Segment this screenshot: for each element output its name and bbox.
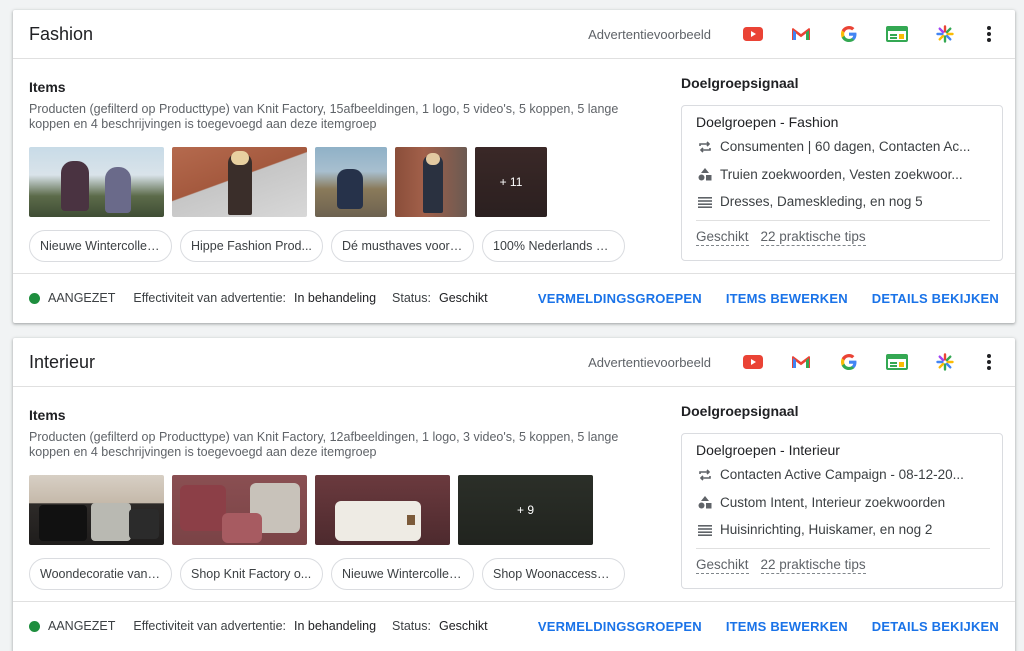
more-options-icon[interactable] [969,350,1009,374]
items-heading: Items [29,79,66,95]
listing-groups-button[interactable]: VERMELDINGSGROEPEN [538,291,702,306]
items-description: Producten (gefilterd op Producttype) van… [29,430,619,459]
audience-signal-heading: Doelgroepsignaal [681,403,799,419]
audience-signal-tips[interactable]: 22 praktische tips [760,229,866,246]
view-details-button[interactable]: DETAILS BEKIJKEN [872,291,999,306]
items-description: Producten (gefilterd op Producttype) van… [29,102,619,131]
audience-signal-box[interactable]: Doelgroepen - Fashion Consumenten | 60 d… [681,105,1003,261]
audience-signal-row: Dresses, Dameskleding, en nog 5 [696,188,990,216]
audience-signal-name: Doelgroepen - Interieur [696,442,840,458]
item-image-thumbnail[interactable] [29,475,164,545]
shapes-icon [696,495,714,509]
discover-icon[interactable] [921,22,969,46]
asset-group-status[interactable]: AANGEZET [48,619,115,633]
headline-chip-label: Nieuwe Wintercollec... [342,567,463,581]
headline-chip-label: Dé musthaves voor ... [342,239,463,253]
list-icon [696,524,714,536]
item-image-thumbnail[interactable] [315,475,450,545]
audience-signal-row-text: Contacten Active Campaign - 08-12-20... [720,467,964,483]
audience-signal-row-text: Consumenten | 60 dagen, Contacten Ac... [720,139,971,155]
display-icon[interactable] [873,350,921,374]
ad-strength-label: Effectiviteit van advertentie: [133,619,287,633]
headline-chip-label: 100% Nederlands Br... [493,239,614,253]
audience-signal-status[interactable]: Geschikt [696,229,749,246]
headline-chip[interactable]: Nieuwe Wintercollec... [29,230,172,262]
status-label: Status: [392,291,431,305]
audience-signal-row: Consumenten | 60 dagen, Contacten Ac... [696,133,990,161]
audience-signal-row-text: Dresses, Dameskleding, en nog 5 [720,194,923,210]
headline-chip[interactable]: Nieuwe Wintercollec... [331,558,474,590]
asset-group-title: Interieur [29,351,96,372]
card-footer: AANGEZET Effectiviteit van advertentie: … [13,601,1015,650]
more-images-thumbnail[interactable]: + 11 [475,147,547,217]
audience-signal-row-text: Huisinrichting, Huiskamer, en nog 2 [720,522,933,538]
discover-icon[interactable] [921,350,969,374]
google-icon[interactable] [825,22,873,46]
shapes-icon [696,167,714,181]
status-dot-icon [29,620,40,632]
youtube-icon[interactable] [729,350,777,374]
edit-items-button[interactable]: ITEMS BEWERKEN [726,619,848,634]
audience-signal-name: Doelgroepen - Fashion [696,114,839,130]
asset-group-title: Fashion [29,23,94,44]
headline-chip[interactable]: Shop Knit Factory o... [180,558,323,590]
view-details-button[interactable]: DETAILS BEKIJKEN [872,619,999,634]
status-label: Status: [392,619,431,633]
card-header: Interieur Advertentievoorbeeld [13,338,1015,387]
gmail-icon[interactable] [777,22,825,46]
headline-chip[interactable]: 100% Nederlands Br... [482,230,625,262]
audience-signal-tips[interactable]: 22 praktische tips [760,557,866,574]
youtube-icon[interactable] [729,22,777,46]
item-image-thumbnail[interactable] [172,147,307,217]
ad-preview-label: Advertentievoorbeeld [588,354,711,370]
asset-group-card: Fashion Advertentievoorbeeld Items Produ… [13,10,1015,323]
audience-signal-row-text: Truien zoekwoorden, Vesten zoekwoor... [720,166,963,182]
repeat-icon [696,141,714,153]
item-image-thumbnail[interactable] [395,147,467,217]
listing-groups-button[interactable]: VERMELDINGSGROEPEN [538,619,702,634]
more-images-count: + 11 [475,147,547,217]
headline-chip-label: Shop Knit Factory o... [191,567,312,581]
list-icon [696,196,714,208]
headline-chip[interactable]: Dé musthaves voor ... [331,230,474,262]
headline-chip[interactable]: Shop Woonaccessoi... [482,558,625,590]
status-value: Geschikt [438,291,488,305]
audience-signal-row: Truien zoekwoorden, Vesten zoekwoor... [696,161,990,189]
audience-signal-heading: Doelgroepsignaal [681,75,799,91]
status-value: Geschikt [438,619,488,633]
headline-chip[interactable]: Hippe Fashion Prod... [180,230,323,262]
headline-chip-label: Woondecoratie van ... [40,567,161,581]
ad-preview-label: Advertentievoorbeeld [588,26,711,42]
ad-strength-value: In behandeling [294,291,377,305]
gmail-icon[interactable] [777,350,825,374]
status-dot-icon [29,292,40,304]
card-footer: AANGEZET Effectiviteit van advertentie: … [13,273,1015,322]
item-image-thumbnail[interactable] [315,147,387,217]
audience-signal-box[interactable]: Doelgroepen - Interieur Contacten Active… [681,433,1003,589]
ad-strength-label: Effectiviteit van advertentie: [133,291,287,305]
display-icon[interactable] [873,22,921,46]
items-heading: Items [29,407,66,423]
audience-signal-row-text: Custom Intent, Interieur zoekwoorden [720,494,946,510]
more-images-thumbnail[interactable]: + 9 [458,475,593,545]
asset-group-status[interactable]: AANGEZET [48,291,115,305]
repeat-icon [696,469,714,481]
card-header: Fashion Advertentievoorbeeld [13,10,1015,59]
more-options-icon[interactable] [969,22,1009,46]
headline-chip-label: Shop Woonaccessoi... [493,567,614,581]
audience-signal-row: Contacten Active Campaign - 08-12-20... [696,461,990,489]
asset-group-card: Interieur Advertentievoorbeeld Items Pro… [13,338,1015,651]
more-images-count: + 9 [458,475,593,545]
google-icon[interactable] [825,350,873,374]
headline-chip-label: Hippe Fashion Prod... [191,239,312,253]
audience-signal-row: Huisinrichting, Huiskamer, en nog 2 [696,516,990,544]
headline-chip[interactable]: Woondecoratie van ... [29,558,172,590]
headline-chip-label: Nieuwe Wintercollec... [40,239,161,253]
edit-items-button[interactable]: ITEMS BEWERKEN [726,291,848,306]
item-image-thumbnail[interactable] [172,475,307,545]
audience-signal-status[interactable]: Geschikt [696,557,749,574]
ad-strength-value: In behandeling [294,619,377,633]
audience-signal-row: Custom Intent, Interieur zoekwoorden [696,489,990,517]
item-image-thumbnail[interactable] [29,147,164,217]
